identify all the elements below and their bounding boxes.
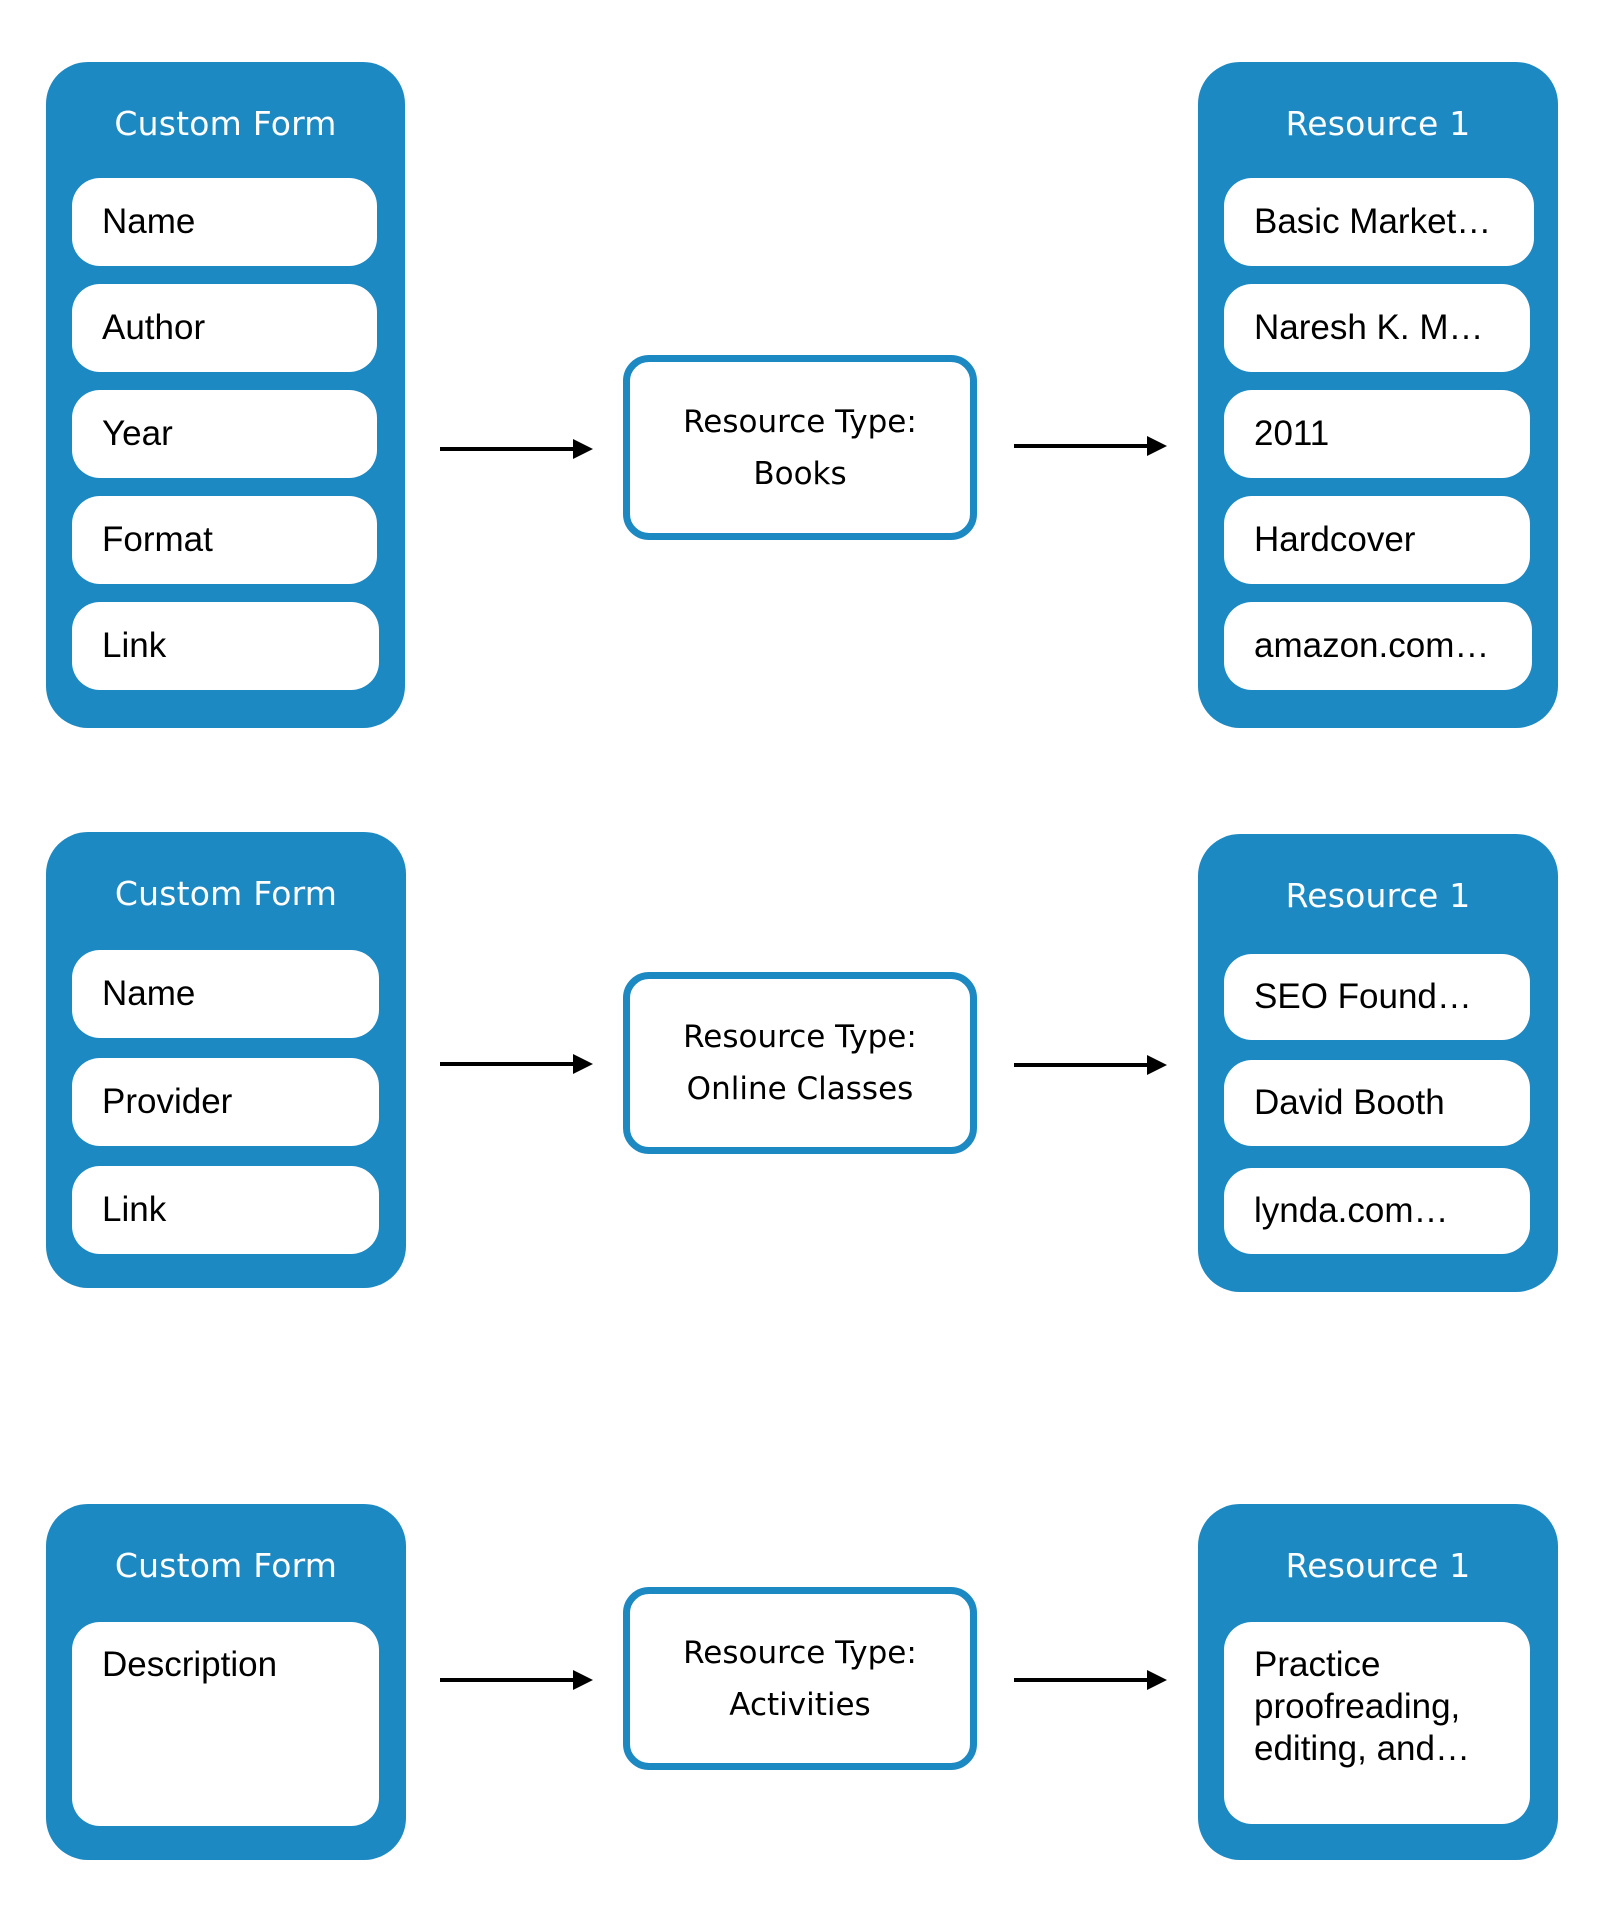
form-field-author[interactable]: Author [72, 284, 377, 372]
arrow-right-icon [440, 1054, 593, 1074]
resource-value-link[interactable]: amazon.com… [1224, 602, 1532, 690]
resource-type-value: Online Classes [686, 1071, 914, 1107]
resource-type-box-activities[interactable]: Resource Type: Activities [623, 1587, 977, 1770]
arrow-right-icon [1014, 1670, 1167, 1690]
resource-panel-activities: Resource 1 Practice proofreading, editin… [1198, 1504, 1558, 1860]
resource-value-year[interactable]: 2011 [1224, 390, 1530, 478]
resource-type-label: Resource Type: [683, 1019, 917, 1055]
resource-panel-online-classes: Resource 1 SEO Found… David Booth lynda.… [1198, 834, 1558, 1292]
panel-title: Custom Form [114, 874, 338, 913]
resource-panel-books: Resource 1 Basic Market… Naresh K. M… 20… [1198, 62, 1558, 728]
resource-value-name[interactable]: SEO Found… [1224, 954, 1530, 1040]
resource-value-name[interactable]: Basic Market… [1224, 178, 1534, 266]
resource-value-description[interactable]: Practice proofreading, editing, and… [1224, 1622, 1530, 1824]
form-field-link[interactable]: Link [72, 1166, 379, 1254]
panel-title: Custom Form [114, 1546, 338, 1585]
form-field-provider[interactable]: Provider [72, 1058, 379, 1146]
form-field-name[interactable]: Name [72, 178, 377, 266]
form-field-description[interactable]: Description [72, 1622, 379, 1826]
arrow-right-icon [1014, 436, 1167, 456]
panel-title: Resource 1 [1285, 1546, 1471, 1585]
resource-type-label: Resource Type: [683, 1634, 917, 1671]
form-field-name[interactable]: Name [72, 950, 379, 1038]
form-field-year[interactable]: Year [72, 390, 377, 478]
form-field-format[interactable]: Format [72, 496, 377, 584]
custom-form-panel-books: Custom Form Name Author Year Format Link [46, 62, 405, 728]
form-field-link[interactable]: Link [72, 602, 379, 690]
resource-type-value: Activities [729, 1686, 871, 1723]
resource-type-label: Resource Type: [683, 403, 917, 440]
resource-value-author[interactable]: Naresh K. M… [1224, 284, 1530, 372]
arrow-right-icon [1014, 1055, 1167, 1075]
custom-form-panel-activities: Custom Form Description [46, 1504, 406, 1860]
custom-form-panel-online-classes: Custom Form Name Provider Link [46, 832, 406, 1288]
resource-type-box-online-classes[interactable]: Resource Type: Online Classes [623, 972, 977, 1154]
resource-value-format[interactable]: Hardcover [1224, 496, 1530, 584]
resource-type-value: Books [753, 455, 847, 492]
resource-value-provider[interactable]: David Booth [1224, 1060, 1530, 1146]
panel-title: Resource 1 [1285, 876, 1471, 915]
panel-title: Custom Form [114, 104, 337, 143]
panel-title: Resource 1 [1285, 104, 1471, 143]
arrow-right-icon [440, 439, 593, 459]
resource-value-link[interactable]: lynda.com… [1224, 1168, 1530, 1254]
resource-type-box-books[interactable]: Resource Type: Books [623, 355, 977, 540]
arrow-right-icon [440, 1670, 593, 1690]
